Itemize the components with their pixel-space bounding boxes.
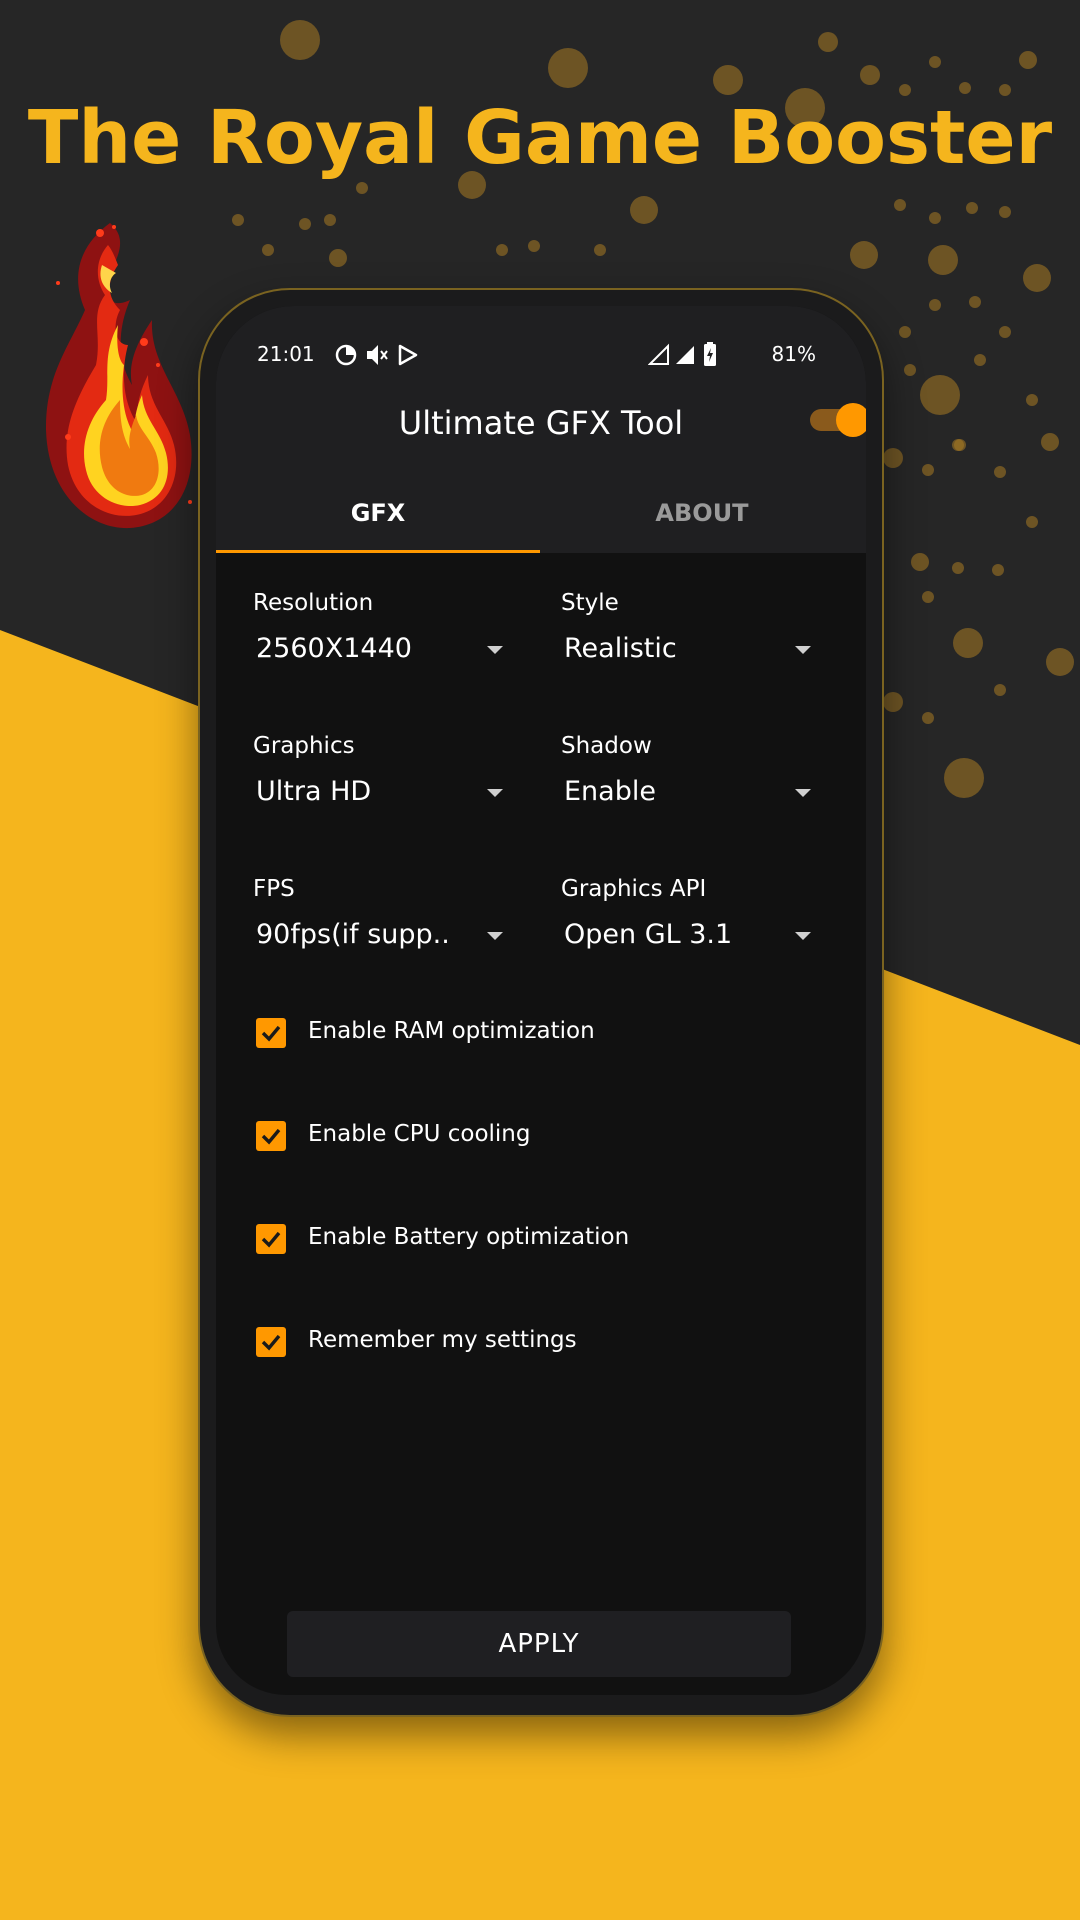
graphics-api-value: Open GL 3.1 xyxy=(564,919,733,950)
status-icons-right: 81% xyxy=(648,340,818,370)
dropdown-arrow-icon xyxy=(487,932,503,940)
dropdown-arrow-icon xyxy=(795,646,811,654)
cpu-cooling-label: Enable CPU cooling xyxy=(308,1121,531,1147)
signal-empty-icon xyxy=(648,343,669,365)
dropdown-arrow-icon xyxy=(795,789,811,797)
style-value: Realistic xyxy=(564,633,677,664)
checkbox-cpu-cooling[interactable] xyxy=(256,1121,286,1151)
style-dropdown[interactable]: Realistic xyxy=(561,631,811,675)
checkbox-remember-settings[interactable] xyxy=(256,1327,286,1357)
shadow-value: Enable xyxy=(564,776,656,807)
tab-gfx[interactable]: GFX xyxy=(216,499,540,527)
ram-optimization-option[interactable]: Enable RAM optimization xyxy=(256,1015,816,1055)
cpu-cooling-option[interactable]: Enable CPU cooling xyxy=(256,1118,816,1158)
app-title: Ultimate GFX Tool xyxy=(398,404,684,442)
checkbox-battery-optimization[interactable] xyxy=(256,1224,286,1254)
toggle-knob xyxy=(836,403,866,437)
active-tab-indicator xyxy=(216,550,540,553)
battery-optimization-option[interactable]: Enable Battery optimization xyxy=(256,1221,816,1261)
graphics-dropdown[interactable]: Ultra HD xyxy=(253,774,503,818)
checkmark-icon xyxy=(261,1231,281,1248)
resolution-dropdown[interactable]: 2560X1440 xyxy=(253,631,503,675)
checkmark-icon xyxy=(261,1128,281,1145)
fps-dropdown[interactable]: 90fps(if supp.. xyxy=(253,917,503,961)
app-screen: 21:01 81% Ultimate GFX Tool GFX ABOUT Re… xyxy=(216,306,866,1695)
promo-headline: The Royal Game Booster xyxy=(27,95,1053,181)
battery-charging-icon xyxy=(704,342,716,366)
checkmark-icon xyxy=(261,1025,281,1042)
style-label: Style xyxy=(561,590,619,616)
status-time: 21:01 xyxy=(257,342,315,366)
remember-settings-option[interactable]: Remember my settings xyxy=(256,1324,816,1364)
graphics-value: Ultra HD xyxy=(256,776,372,807)
graphics-api-dropdown[interactable]: Open GL 3.1 xyxy=(561,917,811,961)
fps-value: 90fps(if supp.. xyxy=(256,919,450,950)
dropdown-arrow-icon xyxy=(487,789,503,797)
tab-about[interactable]: ABOUT xyxy=(540,499,864,527)
power-toggle[interactable] xyxy=(808,403,866,439)
battery-optimization-label: Enable Battery optimization xyxy=(308,1224,630,1250)
checkmark-icon xyxy=(261,1334,281,1351)
dropdown-arrow-icon xyxy=(487,646,503,654)
graphics-api-label: Graphics API xyxy=(561,876,707,902)
shadow-dropdown[interactable]: Enable xyxy=(561,774,811,818)
flame-illustration xyxy=(45,223,192,529)
checkbox-ram-optimization[interactable] xyxy=(256,1018,286,1048)
resolution-value: 2560X1440 xyxy=(256,633,412,664)
mute-icon xyxy=(367,345,388,365)
graphics-label: Graphics xyxy=(253,733,355,759)
ram-optimization-label: Enable RAM optimization xyxy=(308,1018,595,1044)
status-bar: 21:01 81% xyxy=(244,340,838,370)
remember-settings-label: Remember my settings xyxy=(308,1327,577,1353)
signal-icon xyxy=(676,346,694,364)
resolution-label: Resolution xyxy=(253,590,374,616)
apply-button[interactable]: APPLY xyxy=(287,1611,791,1677)
fps-label: FPS xyxy=(253,876,295,902)
battery-percentage: 81% xyxy=(771,342,816,366)
data-saver-icon xyxy=(335,344,357,366)
play-store-icon xyxy=(398,344,418,366)
shadow-label: Shadow xyxy=(561,733,652,759)
phone-frame: 21:01 81% Ultimate GFX Tool GFX ABOUT Re… xyxy=(198,288,884,1717)
dropdown-arrow-icon xyxy=(795,932,811,940)
